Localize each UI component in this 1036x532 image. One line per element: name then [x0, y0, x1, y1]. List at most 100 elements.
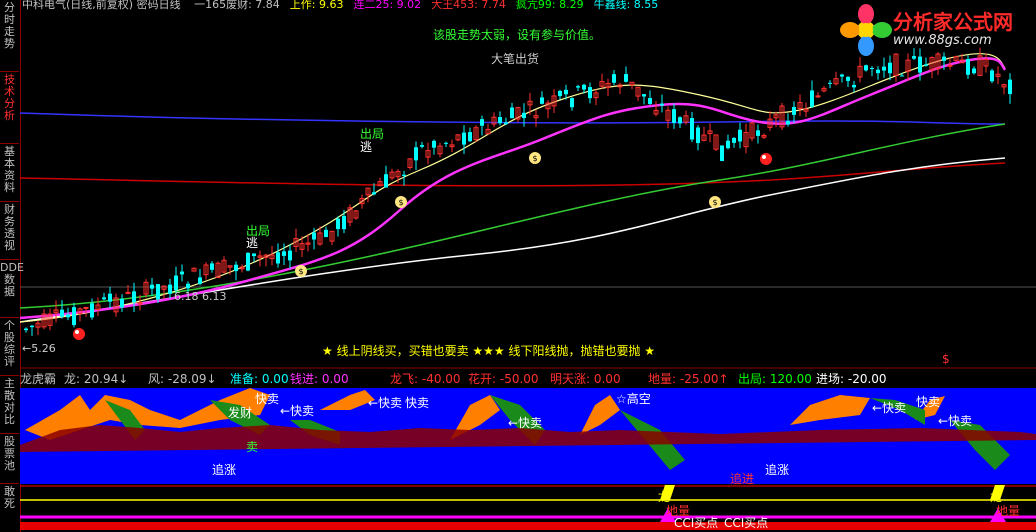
fast-sell-label-5: ←快卖 — [872, 401, 907, 415]
candle-body — [888, 62, 892, 74]
tab-gegu[interactable]: 个股综评 — [0, 318, 19, 376]
candle-body — [120, 298, 124, 308]
indicator-value: 进场: -20.00 — [816, 372, 887, 386]
candle-body — [678, 117, 682, 124]
fast-sell-label: 快卖 — [255, 392, 280, 406]
candle-body — [312, 232, 316, 240]
tab-caiwu[interactable]: 财务透视 — [0, 202, 19, 260]
candle-body — [864, 65, 868, 71]
tab-jiben[interactable]: 基本资料 — [0, 144, 19, 202]
money-bag-icon: $ — [709, 196, 721, 208]
svg-text:$: $ — [532, 154, 537, 163]
candle-body — [384, 174, 388, 188]
tab-label: 敢死 — [4, 485, 15, 510]
top-info-bar: 中科电气(日线,前复权) 密码日线 一165废财: 7.84 上作: 9.63 连二… — [22, 0, 678, 11]
candle-body — [324, 229, 328, 238]
candle-body — [210, 263, 214, 270]
stat-item: 上作: 9.63 — [289, 0, 344, 11]
candle-body — [540, 97, 544, 104]
chase-up-label-2: 追涨 — [765, 463, 790, 477]
candle-body — [72, 307, 76, 326]
indicator-value: 龙: 20.94↓ — [64, 372, 129, 386]
svg-text:$: $ — [298, 267, 303, 276]
range-label: 6.18 6.13 — [174, 290, 227, 303]
candle-body — [108, 293, 112, 302]
indicator-value: 龙虎霸 — [20, 372, 57, 386]
candle-body — [792, 106, 796, 115]
candle-body — [522, 112, 526, 119]
money-bag-icon: $ — [529, 152, 541, 164]
stat-item: 疯亢99: 8.29 — [515, 0, 584, 11]
candle-body — [918, 56, 922, 73]
candle-body — [156, 284, 160, 300]
fast-sell-arrow-label: ←快卖 — [280, 404, 315, 418]
indicator-value: 出局: 120.00 — [738, 372, 812, 386]
candle-body — [282, 251, 286, 256]
ma-line-white — [20, 157, 1006, 323]
ma-line-green — [20, 123, 1006, 309]
indicator-value: 准备: 0.00 — [230, 372, 289, 386]
candle-body — [924, 64, 928, 66]
candle-body — [372, 192, 376, 195]
candle-body — [504, 122, 508, 125]
fa-cai-label: 发财 — [228, 406, 253, 420]
candle-body — [125, 291, 131, 294]
candle-body — [972, 68, 976, 74]
indicator-value: 花开: -50.00 — [468, 372, 539, 386]
candle-body — [624, 74, 628, 82]
tab-jishu[interactable]: 技术分析 — [0, 72, 19, 144]
fast-sell-label-7: ←快卖 — [938, 414, 973, 428]
candle-body — [720, 145, 724, 161]
candle-body — [444, 142, 448, 144]
candle-body — [947, 64, 953, 67]
stat-item: 一165废财: 7.84 — [194, 0, 280, 11]
candle-body — [696, 127, 700, 144]
kline-chart-area[interactable] — [20, 0, 1036, 532]
candle-body — [756, 130, 760, 136]
candle-body — [942, 56, 946, 61]
tab-gupiaochi[interactable]: 股票池 — [0, 434, 19, 484]
cci-buy-label-1: CCI买点 — [674, 516, 719, 530]
tab-label: 基本资料 — [4, 145, 15, 194]
logo-url[interactable]: www.88gs.com — [893, 33, 992, 48]
zhui-jin-label: 追进 — [730, 472, 755, 486]
tab-dde[interactable]: DDE数据 — [0, 260, 24, 318]
candle-body — [660, 103, 664, 106]
candle-body — [468, 132, 472, 142]
candle-body — [246, 252, 250, 271]
di-liang-label-2: 地量 — [996, 504, 1021, 518]
tab-label: 股票池 — [4, 435, 15, 472]
indicator-bar: 龙虎霸 龙: 20.94↓ 风: -28.09↓ 准备: 0.00 钱进: 0.00 龙飞… — [20, 370, 1036, 386]
tab-fenshi[interactable]: 分时走势 — [0, 0, 19, 72]
candle-body — [588, 87, 592, 99]
candle-body — [966, 59, 970, 75]
indicator-value: 龙飞: -40.00 — [390, 372, 461, 386]
candle-body — [276, 252, 280, 264]
candle-body — [102, 297, 106, 300]
candle-body — [180, 271, 184, 275]
candle-body — [648, 98, 652, 105]
candle-body — [186, 283, 190, 289]
fast-sell-label-4: ←快卖 — [508, 416, 543, 430]
stat-item: 连二25: 9.02 — [353, 0, 422, 11]
candle-body — [24, 328, 28, 331]
tab-label: 分时走势 — [4, 1, 15, 50]
tab-label: 主散对比 — [4, 377, 15, 426]
candle-body — [870, 68, 874, 70]
tab-label: 财务透视 — [4, 203, 15, 252]
candle-body — [815, 95, 821, 98]
candle-body — [582, 84, 586, 90]
candle-body — [288, 250, 292, 261]
flower-logo-icon — [840, 4, 892, 56]
indicator-value: 钱进: 0.00 — [290, 372, 349, 386]
fast-sell-label-3: 快卖 — [405, 396, 430, 410]
candle-body — [83, 307, 89, 310]
tab-gansi[interactable]: 敢死 — [0, 484, 19, 532]
candle-body — [150, 284, 154, 289]
candle-body — [30, 325, 34, 328]
candle-body — [252, 253, 256, 257]
high-empty-label: ☆高空 — [616, 392, 651, 406]
bottom-band — [20, 522, 1036, 530]
tab-label: 技术分析 — [4, 73, 15, 122]
tab-zhusan[interactable]: 主散对比 — [0, 376, 19, 434]
